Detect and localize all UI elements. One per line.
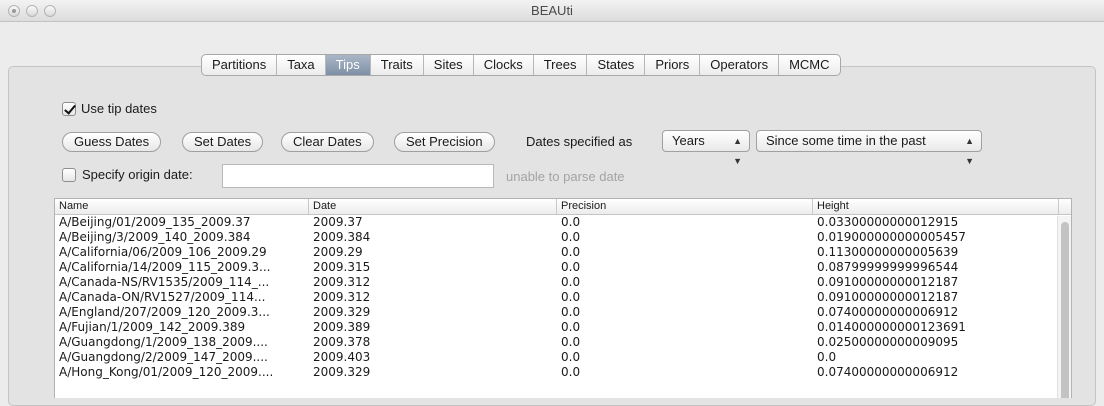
table-cell[interactable]: 0.07400000000006912 — [813, 305, 1059, 320]
table-cell[interactable]: 2009.315 — [309, 260, 557, 275]
table-row[interactable]: A/California/06/2009_106_2009.29 2009.29 0… — [55, 245, 1071, 260]
table-cell[interactable]: 2009.403 — [309, 350, 557, 365]
table-cell[interactable]: A/Hong_Kong/01/2009_120_2009.... — [55, 365, 309, 380]
table-row[interactable]: A/Beijing/01/2009_135_2009.37 2009.37 0.0 0… — [55, 215, 1071, 230]
table-cell[interactable]: 2009.384 — [309, 230, 557, 245]
use-tip-dates[interactable]: Use tip dates — [62, 101, 157, 116]
scrollbar-thumb[interactable] — [1061, 222, 1069, 398]
column-header-name[interactable]: Name — [55, 199, 309, 214]
date-direction-value: Since some time in the past — [766, 133, 926, 148]
table-scrollbar[interactable] — [1057, 216, 1071, 398]
tab-mcmc[interactable]: MCMC — [779, 55, 839, 75]
table-cell[interactable]: 2009.312 — [309, 290, 557, 305]
tab-clocks[interactable]: Clocks — [474, 55, 534, 75]
table-cell[interactable]: 2009.378 — [309, 335, 557, 350]
table-cell[interactable]: 0.0 — [557, 260, 813, 275]
table-cell[interactable]: A/Beijing/01/2009_135_2009.37 — [55, 215, 309, 230]
set-dates-button[interactable]: Set Dates — [182, 132, 264, 152]
table-cell[interactable]: 0.0 — [557, 335, 813, 350]
tab-partitions[interactable]: Partitions — [202, 55, 278, 75]
table-cell[interactable]: 0.0 — [557, 275, 813, 290]
table-cell[interactable]: 0.0 — [557, 290, 813, 305]
title-bar: BEAUti — [0, 0, 1104, 22]
table-cell[interactable]: A/Canada-NS/RV1535/2009_114_... — [55, 275, 309, 290]
table-body: A/Beijing/01/2009_135_2009.37 2009.37 0.0 0… — [55, 215, 1071, 380]
table-cell[interactable]: 2009.37 — [309, 215, 557, 230]
column-header-date[interactable]: Date — [309, 199, 557, 214]
dates-specified-label: Dates specified as — [526, 134, 633, 149]
table-cell[interactable]: 0.0 — [557, 320, 813, 335]
table-row[interactable]: A/Hong_Kong/01/2009_120_2009.... 2009.329… — [55, 365, 1071, 380]
table-cell[interactable]: A/Beijing/3/2009_140_2009.384 — [55, 230, 309, 245]
column-header-precision[interactable]: Precision — [557, 199, 813, 214]
tab-bar: Partitions Taxa Tips Traits Sites Clocks Trees… — [201, 54, 841, 76]
table-cell[interactable]: 0.03300000000012915 — [813, 215, 1059, 230]
set-precision-button[interactable]: Set Precision — [394, 132, 495, 152]
tab-operators[interactable]: Operators — [700, 55, 780, 75]
guess-dates-button[interactable]: Guess Dates — [62, 132, 162, 152]
table-cell[interactable]: 2009.312 — [309, 275, 557, 290]
table-cell[interactable]: 0.014000000000123691 — [813, 320, 1059, 335]
specify-origin-date[interactable]: Specify origin date: — [62, 167, 193, 182]
table-row[interactable]: A/Canada-NS/RV1535/2009_114_... 2009.312 0… — [55, 275, 1071, 290]
tab-taxa[interactable]: Taxa — [277, 55, 326, 75]
tab-trees[interactable]: Trees — [534, 55, 588, 75]
table-cell[interactable]: A/Fujian/1/2009_142_2009.389 — [55, 320, 309, 335]
select-arrows-icon: ▲ ▼ — [733, 136, 742, 166]
table-cell[interactable]: 0.11300000000005639 — [813, 245, 1059, 260]
table-cell[interactable]: 2009.329 — [309, 305, 557, 320]
table-row[interactable]: A/England/207/2009_120_2009.3... 2009.329… — [55, 305, 1071, 320]
table-cell[interactable]: A/Guangdong/2/2009_147_2009.... — [55, 350, 309, 365]
table-cell[interactable]: 0.07400000000006912 — [813, 365, 1059, 380]
date-direction-select[interactable]: Since some time in the past ▲ ▼ — [756, 130, 982, 166]
use-tip-dates-label: Use tip dates — [81, 101, 157, 116]
table-row[interactable]: A/Fujian/1/2009_142_2009.389 2009.389 0.0 0… — [55, 320, 1071, 335]
clear-dates-button[interactable]: Clear Dates — [281, 132, 374, 152]
tips-table: Name Date Precision Height A/Beijing/01/… — [54, 198, 1072, 398]
table-cell[interactable]: 2009.29 — [309, 245, 557, 260]
table-row[interactable]: A/Guangdong/2/2009_147_2009.... 2009.403 0… — [55, 350, 1071, 365]
table-cell[interactable]: 0.0 — [557, 215, 813, 230]
date-units-select[interactable]: Years ▲ ▼ — [662, 130, 750, 166]
tab-tips[interactable]: Tips — [325, 55, 371, 75]
table-cell[interactable]: 0.08799999999996544 — [813, 260, 1059, 275]
table-row[interactable]: A/Canada-ON/RV1527/2009_114... 2009.312 0.… — [55, 290, 1071, 305]
window-title: BEAUti — [531, 3, 573, 18]
table-row[interactable]: A/Guangdong/1/2009_138_2009.... 2009.378 0… — [55, 335, 1071, 350]
tab-states[interactable]: States — [587, 55, 646, 75]
table-cell[interactable]: 2009.329 — [309, 365, 557, 380]
tab-priors[interactable]: Priors — [645, 55, 701, 75]
table-header: Name Date Precision Height — [55, 199, 1071, 215]
table-cell[interactable]: A/California/14/2009_115_2009.3... — [55, 260, 309, 275]
specify-origin-label: Specify origin date: — [82, 167, 193, 182]
table-row[interactable]: A/Beijing/3/2009_140_2009.384 2009.384 0.0… — [55, 230, 1071, 245]
beauti-window: BEAUti Partitions Taxa Tips Traits Sites Cloc… — [0, 0, 1104, 406]
select-arrows-icon: ▲ ▼ — [965, 136, 974, 166]
table-cell[interactable]: 0.09100000000012187 — [813, 290, 1059, 305]
table-cell[interactable]: 0.0 — [557, 365, 813, 380]
tab-traits[interactable]: Traits — [371, 55, 424, 75]
table-cell[interactable]: 0.0 — [557, 305, 813, 320]
date-units-value: Years — [672, 133, 705, 148]
table-cell[interactable]: 2009.389 — [309, 320, 557, 335]
origin-date-input[interactable] — [222, 164, 494, 188]
table-cell[interactable]: 0.09100000000012187 — [813, 275, 1059, 290]
table-cell[interactable]: 0.02500000000009095 — [813, 335, 1059, 350]
table-cell[interactable]: 0.019000000000005457 — [813, 230, 1059, 245]
table-cell[interactable]: A/Guangdong/1/2009_138_2009.... — [55, 335, 309, 350]
table-cell[interactable]: 0.0 — [557, 245, 813, 260]
table-cell[interactable]: 0.0 — [557, 350, 813, 365]
table-cell[interactable]: A/California/06/2009_106_2009.29 — [55, 245, 309, 260]
table-cell[interactable]: 0.0 — [813, 350, 1059, 365]
tab-sites[interactable]: Sites — [424, 55, 474, 75]
specify-origin-checkbox[interactable] — [62, 167, 76, 182]
table-cell[interactable]: 0.0 — [557, 230, 813, 245]
column-header-height[interactable]: Height — [813, 199, 1059, 214]
parse-error-message: unable to parse date — [506, 169, 625, 184]
table-cell[interactable]: A/Canada-ON/RV1527/2009_114... — [55, 290, 309, 305]
table-cell[interactable]: A/England/207/2009_120_2009.3... — [55, 305, 309, 320]
use-tip-dates-checkbox[interactable] — [62, 101, 76, 116]
table-row[interactable]: A/California/14/2009_115_2009.3... 2009.3… — [55, 260, 1071, 275]
